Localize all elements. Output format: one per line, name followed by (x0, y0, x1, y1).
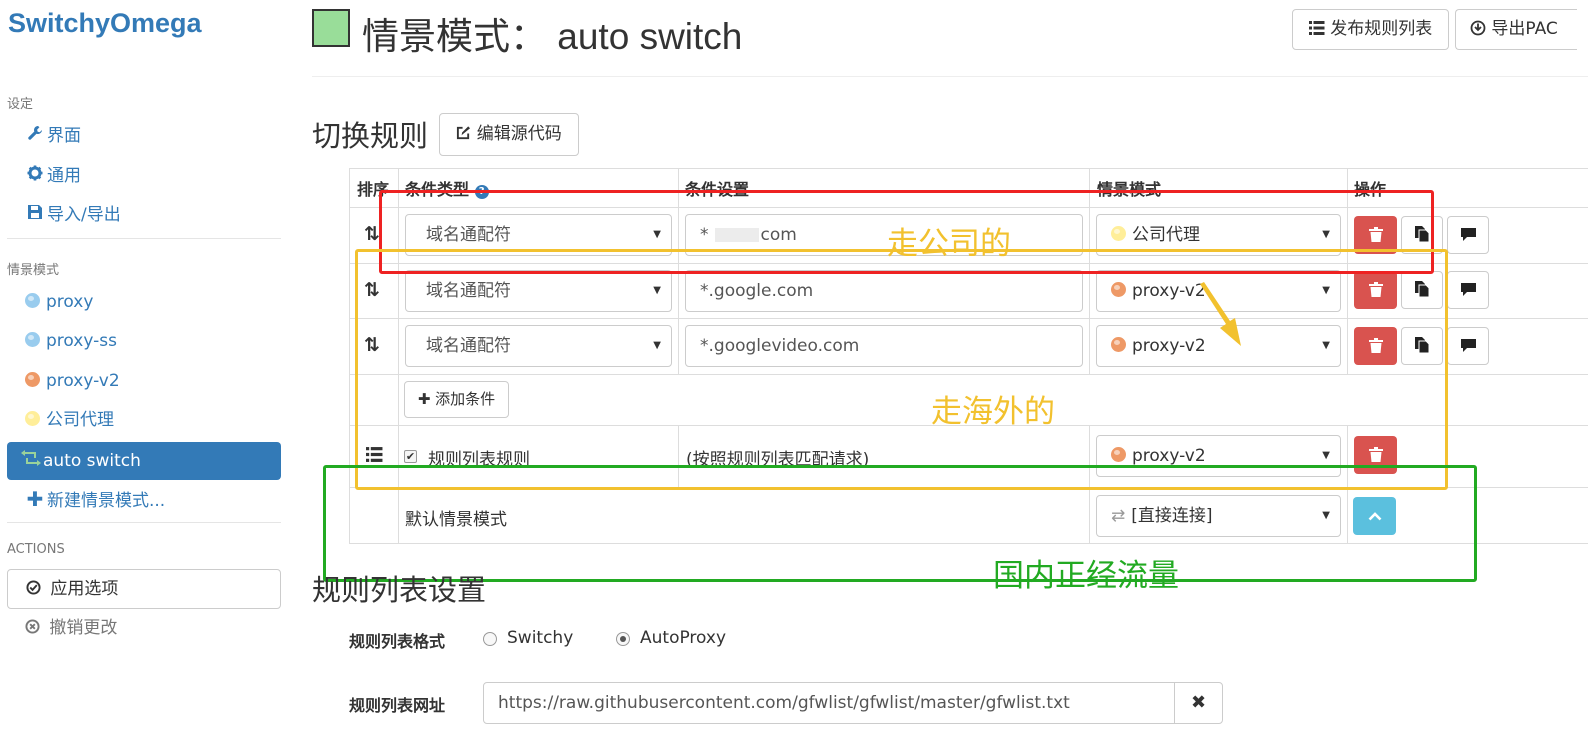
brand-logo[interactable]: SwitchyOmega (8, 8, 202, 39)
undo-button[interactable]: 撤销更改 (25, 616, 117, 640)
format-option-label: Switchy (507, 628, 574, 648)
divider (7, 238, 281, 239)
floppy-icon (25, 196, 45, 234)
gear-icon (25, 157, 45, 195)
sidebar-item-auto-switch[interactable]: auto switch (7, 442, 281, 480)
undo-label: 撤销更改 (49, 618, 118, 638)
publish-rule-list-button[interactable]: 发布规则列表 (1292, 9, 1449, 50)
header-divider (312, 76, 1588, 77)
sidebar-item-label: 公司代理 (46, 410, 114, 430)
retweet-icon (21, 442, 41, 480)
sidebar-item-company-proxy[interactable]: 公司代理 (7, 401, 281, 439)
edit-source-button[interactable]: 编辑源代码 (439, 113, 579, 156)
edit-source-label: 编辑源代码 (476, 124, 562, 144)
globe-icon (25, 411, 40, 426)
rule-list-url-input[interactable]: https://raw.githubusercontent.com/gfwlis… (483, 682, 1175, 724)
profile-color-swatch[interactable] (312, 9, 350, 47)
plus-icon: ✚ (26, 487, 44, 511)
sidebar: SwitchyOmega 设定 界面 通用 导入/导出 情景模式 proxy p… (0, 0, 290, 746)
globe-icon (25, 293, 40, 308)
annotation-arrow (1198, 282, 1248, 352)
annotation-green-box (323, 465, 1477, 582)
sidebar-item-interface[interactable]: 界面 (7, 117, 281, 155)
comment-button[interactable] (1447, 216, 1489, 254)
close-icon: ✖ (1190, 692, 1207, 713)
check-circle-icon (26, 579, 46, 599)
format-radio-autoproxy[interactable] (616, 632, 630, 646)
sidebar-item-label: proxy-ss (46, 331, 117, 351)
sidebar-item-label: 界面 (47, 126, 81, 146)
sort-handle-icon[interactable]: ⇅ (364, 223, 380, 245)
annotation-yellow-box (355, 249, 1448, 490)
format-label: 规则列表格式 (349, 632, 446, 651)
sidebar-item-label: 通用 (47, 166, 81, 186)
actions-header: ACTIONS (7, 542, 65, 557)
export-label: 导出PAC (1491, 19, 1558, 39)
comment-icon (1460, 281, 1476, 299)
comment-icon (1460, 226, 1476, 244)
rule-list-settings-title: 规则列表设置 (312, 573, 487, 607)
annotation-company: 走公司的 (887, 226, 1011, 262)
sidebar-item-label: proxy (46, 292, 94, 312)
comment-button[interactable] (1447, 327, 1489, 365)
apply-label: 应用选项 (50, 579, 119, 599)
divider (7, 522, 281, 523)
settings-header: 设定 (7, 97, 34, 112)
annotation-overseas: 走海外的 (931, 394, 1055, 430)
sidebar-item-label: proxy-v2 (46, 371, 120, 391)
comment-icon (1460, 337, 1476, 355)
globe-icon (25, 372, 40, 387)
switch-rules-title: 切换规则 (312, 119, 429, 153)
format-option-label: AutoProxy (640, 628, 727, 648)
globe-icon (25, 332, 40, 347)
profiles-header: 情景模式 (7, 263, 60, 278)
sidebar-item-general[interactable]: 通用 (7, 157, 281, 195)
wrench-icon (25, 117, 45, 155)
sidebar-item-proxy[interactable]: proxy (7, 283, 281, 321)
format-radio-switchy[interactable] (483, 632, 497, 646)
sidebar-item-proxy-ss[interactable]: proxy-ss (7, 322, 281, 360)
clear-url-button[interactable]: ✖ (1174, 682, 1223, 724)
sidebar-item-label: 导入/导出 (47, 205, 121, 225)
comment-button[interactable] (1447, 271, 1489, 309)
close-circle-icon (25, 618, 45, 638)
url-label: 规则列表网址 (349, 696, 446, 715)
page-title: 情景模式： auto switch (362, 16, 743, 57)
new-profile-label: 新建情景模式... (47, 491, 166, 511)
sidebar-item-proxy-v2[interactable]: proxy-v2 (7, 362, 281, 400)
annotation-domestic: 国内正经流量 (993, 558, 1179, 594)
sidebar-item-import-export[interactable]: 导入/导出 (7, 196, 281, 234)
download-icon (1470, 19, 1491, 39)
list-icon (1308, 19, 1330, 39)
publish-label: 发布规则列表 (1330, 19, 1433, 39)
edit-icon (456, 124, 476, 144)
sidebar-item-label: auto switch (43, 451, 141, 471)
table-border (349, 168, 1588, 169)
apply-button[interactable]: 应用选项 (7, 569, 281, 609)
export-pac-button[interactable]: 导出PAC (1455, 9, 1577, 50)
new-profile-link[interactable]: ✚ 新建情景模式... (7, 480, 281, 518)
